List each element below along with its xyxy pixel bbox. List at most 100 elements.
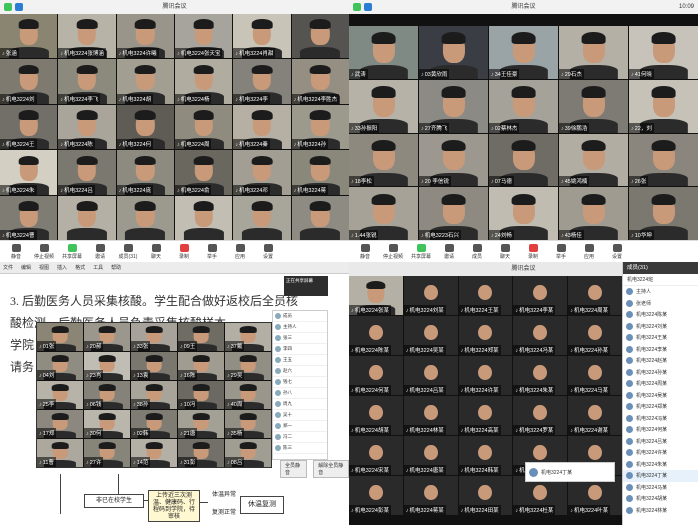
member-row[interactable]: 机电3224李某 <box>623 344 698 356</box>
video-tile[interactable]: ♪39徐鹏浩 <box>559 79 628 133</box>
list-item[interactable]: 赵六 <box>273 366 327 377</box>
toolbar-button[interactable]: 邀请 <box>437 243 461 260</box>
video-tile[interactable]: ♪机电3224孙某 <box>568 316 622 355</box>
member-row[interactable]: 主持人 <box>623 286 698 298</box>
toolbar-button[interactable]: 应用 <box>577 243 601 260</box>
video-tile[interactable]: ♪20郝 <box>84 323 130 351</box>
video-tile[interactable]: ♪29石杰 <box>559 26 628 79</box>
chat-popup[interactable]: 机电3224丁某 <box>525 462 615 482</box>
list-item[interactable]: 王五 <box>273 355 327 366</box>
video-tile[interactable]: ♪机电3224王 <box>0 104 58 150</box>
member-row[interactable]: 机电3224丁某 <box>623 470 698 482</box>
video-tile[interactable]: ♪机电3224蒋某 <box>403 476 458 515</box>
video-tile[interactable]: ♪30何 <box>84 410 130 438</box>
video-tile[interactable]: ♪机电3224林某 <box>403 396 458 435</box>
video-tile[interactable]: ♪09王 <box>178 323 224 351</box>
member-row[interactable]: 机电3224陈某 <box>623 309 698 321</box>
video-tile[interactable]: ♪机电3224何某 <box>349 356 403 395</box>
video-tile[interactable]: ♪11曹 <box>37 439 83 467</box>
video-tile[interactable]: ♪38孙 <box>131 381 177 409</box>
video-tile[interactable]: ♪机电3224田某 <box>458 476 513 515</box>
video-tile[interactable]: ♪机电3224郑某 <box>458 316 513 355</box>
video-tile[interactable]: ♪机电3224许某 <box>458 356 513 395</box>
member-row[interactable]: 机电3224胡某 <box>623 493 698 505</box>
video-tile[interactable]: ♪机电3224何 <box>116 104 174 150</box>
member-row[interactable]: 机电3224郑某 <box>623 401 698 413</box>
video-tile[interactable]: ♪机电3224刘某 <box>403 276 458 315</box>
video-tile[interactable]: ♪25李 <box>37 381 83 409</box>
member-row[interactable]: 机电3224马某 <box>623 482 698 494</box>
video-tile[interactable]: ♪机电3224李飞 <box>58 59 116 104</box>
toolbar-button[interactable]: 共享屏幕 <box>60 243 84 260</box>
member-row[interactable]: 机电3224周某 <box>623 378 698 390</box>
video-tile[interactable]: ♪04刘 <box>37 352 83 380</box>
toolbar-button[interactable]: 邀请 <box>88 243 112 260</box>
video-tile[interactable]: ♪机电3224周 <box>174 104 233 150</box>
video-tile[interactable]: ♪机电3224俞 <box>174 150 233 195</box>
video-tile[interactable]: ♪机电3224庞 <box>116 150 174 195</box>
video-tile[interactable]: ♪16陈 <box>178 352 224 380</box>
video-tile[interactable]: ♪24刘畅 <box>489 187 558 240</box>
video-tile[interactable]: ♪02蔡林杰 <box>489 79 558 133</box>
video-tile[interactable]: ♪机电3224许曦 <box>116 14 174 59</box>
video-tile[interactable]: ♪33张 <box>131 323 177 351</box>
video-tile[interactable]: ♪06钱 <box>84 381 130 409</box>
toolbar-button[interactable]: 成员(31) <box>116 243 140 260</box>
video-tile[interactable]: ♪17郑 <box>37 410 83 438</box>
video-tile[interactable]: ♪01张 <box>37 323 83 351</box>
member-row[interactable]: 机电3224许某 <box>623 447 698 459</box>
video-tile[interactable]: ♪10华坤 <box>629 187 698 240</box>
video-tile[interactable]: ♪26张 <box>629 133 698 187</box>
video-tile[interactable]: ♪机电3224吕某 <box>403 356 458 395</box>
member-row[interactable]: 机电3224吴某 <box>623 390 698 402</box>
video-tile[interactable]: ♪机电3224李 <box>233 59 291 104</box>
member-row[interactable]: 机电3224林某 <box>623 505 698 517</box>
video-tile[interactable]: ♪27许 <box>84 439 130 467</box>
video-tile[interactable]: ♪机电3224王某 <box>458 276 513 315</box>
toolbar-button[interactable]: 设置 <box>256 243 280 260</box>
video-tile[interactable]: ♪07马德 <box>489 133 558 187</box>
toolbar-button[interactable]: 静音 <box>353 243 377 260</box>
menu-item[interactable]: 文件 <box>3 264 13 271</box>
list-item[interactable]: 李四 <box>273 344 327 355</box>
video-tile[interactable]: ♪31彭 <box>178 439 224 467</box>
video-tile[interactable]: ♪机电3224唐某 <box>403 436 458 475</box>
video-tile[interactable]: ♪机电3223石兴 <box>419 187 488 240</box>
video-tile[interactable]: ♪机电3224胡 <box>116 59 174 104</box>
video-tile[interactable]: ♪33孙振阳 <box>349 79 418 133</box>
video-tile[interactable]: ♪机电3224孙 <box>291 104 349 150</box>
video-tile[interactable]: ♪23肖 <box>84 352 130 380</box>
video-tile[interactable]: ♪机电3224陈某 <box>349 316 403 355</box>
list-item[interactable]: 冯二 <box>273 432 327 443</box>
member-row[interactable]: 机电3224何某 <box>623 424 698 436</box>
video-tile[interactable] <box>233 195 291 240</box>
video-tile[interactable]: ♪机电3224秦 <box>233 104 291 150</box>
video-tile[interactable]: ♪机电3224韩某 <box>458 436 513 475</box>
menu-item[interactable]: 编辑 <box>21 264 31 271</box>
video-tile[interactable]: ♪机电3224刘 <box>0 59 58 104</box>
toolbar-button[interactable]: 停止视频 <box>32 243 56 260</box>
list-item[interactable]: 陈三 <box>273 443 327 454</box>
member-row[interactable]: 机电3224孙某 <box>623 367 698 379</box>
video-tile[interactable]: ♪18李松 <box>349 133 418 187</box>
toolbar-button[interactable]: 聊天 <box>493 243 517 260</box>
video-tile[interactable]: ♪29吴 <box>225 352 271 380</box>
video-tile[interactable]: ♪机电3224罗某 <box>513 396 568 435</box>
member-row[interactable]: 机电3224赵某 <box>623 355 698 367</box>
member-row[interactable]: 机电3224吕某 <box>623 436 698 448</box>
toolbar-button[interactable]: 录制 <box>521 243 545 260</box>
toolbar-button[interactable]: 停止视频 <box>381 243 405 260</box>
video-tile[interactable]: ♪20 李信锐 <box>419 133 488 187</box>
menu-item[interactable]: 视图 <box>39 264 49 271</box>
video-tile[interactable]: ♪机电3224周某 <box>568 276 622 315</box>
menu-item[interactable]: 帮助 <box>111 264 121 271</box>
video-tile[interactable]: ♪08吕 <box>225 439 271 467</box>
video-tile[interactable]: ♪34王佳豪 <box>489 26 558 79</box>
video-tile[interactable]: ♪27齐腾飞 <box>419 79 488 133</box>
video-tile[interactable]: ♪机电3224朱某 <box>513 356 568 395</box>
menu-item[interactable]: 插入 <box>57 264 67 271</box>
video-tile[interactable]: ♪37戴 <box>225 323 271 351</box>
toolbar-button[interactable]: 应用 <box>228 243 252 260</box>
video-tile[interactable]: ♪机电3224朱 <box>0 150 58 195</box>
video-tile[interactable]: ♪机电3224冯某 <box>513 316 568 355</box>
